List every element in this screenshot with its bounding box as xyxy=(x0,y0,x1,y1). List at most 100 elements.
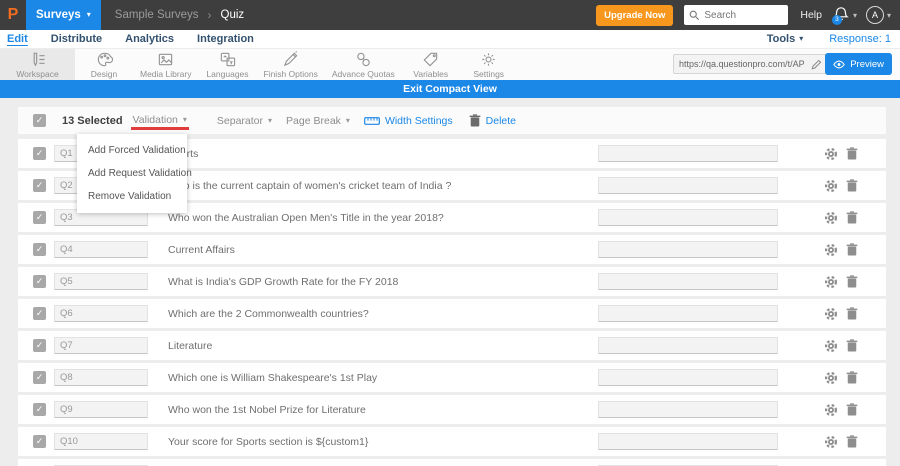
question-answer-input[interactable] xyxy=(598,369,778,386)
question-code-input[interactable] xyxy=(54,433,148,450)
exit-compact-view-link[interactable]: Exit Compact View xyxy=(403,83,497,95)
row-settings-gear-icon[interactable] xyxy=(824,307,838,321)
menu-item-remove-validation[interactable]: Remove Validation xyxy=(77,185,187,208)
row-delete-trash-icon[interactable] xyxy=(846,371,858,384)
toolbar-tab-settings[interactable]: Settings xyxy=(460,49,518,80)
toolbar-tab-design[interactable]: Design xyxy=(75,49,133,80)
toolbar-tab-languages[interactable]: Languages xyxy=(199,49,257,80)
row-delete-trash-icon[interactable] xyxy=(846,275,858,288)
avatar[interactable]: A xyxy=(865,6,884,24)
row-checkbox[interactable]: ✓ xyxy=(33,179,46,192)
toolbar-tab-variables[interactable]: Variables xyxy=(402,49,460,80)
checkmark-icon: ✓ xyxy=(35,244,44,254)
row-settings-gear-icon[interactable] xyxy=(824,179,838,193)
help-link[interactable]: Help xyxy=(800,9,822,21)
question-answer-input[interactable] xyxy=(598,401,778,418)
question-text: Who is the current captain of women's cr… xyxy=(168,179,452,192)
question-answer-input[interactable] xyxy=(598,273,778,290)
row-delete-trash-icon[interactable] xyxy=(846,243,858,256)
question-row-q9: ✓ Who won the 1st Nobel Prize for Literat… xyxy=(18,395,886,424)
row-settings-gear-icon[interactable] xyxy=(824,147,838,161)
question-answer-input[interactable] xyxy=(598,209,778,226)
row-checkbox[interactable]: ✓ xyxy=(33,275,46,288)
edit-url-pencil-icon[interactable] xyxy=(807,59,826,70)
question-answer-input[interactable] xyxy=(598,337,778,354)
row-delete-trash-icon[interactable] xyxy=(846,179,858,192)
row-checkbox[interactable]: ✓ xyxy=(33,371,46,384)
row-checkbox[interactable]: ✓ xyxy=(33,435,46,448)
toolbar-tab-advance-quotas[interactable]: Advance Quotas xyxy=(325,49,402,80)
row-settings-gear-icon[interactable] xyxy=(824,275,838,289)
nav-tab-integration[interactable]: Integration xyxy=(197,33,254,45)
question-answer-input[interactable] xyxy=(598,241,778,258)
survey-url-input[interactable] xyxy=(674,59,807,69)
question-code-input[interactable] xyxy=(54,369,148,386)
search-box[interactable] xyxy=(684,5,789,25)
question-code-input[interactable] xyxy=(54,241,148,258)
row-checkbox[interactable]: ✓ xyxy=(33,339,46,352)
checkmark-icon: ✓ xyxy=(35,372,44,382)
preview-label: Preview xyxy=(850,58,884,70)
toolbar-tab-media-library[interactable]: Media Library xyxy=(133,49,199,80)
chevron-down-icon: ▾ xyxy=(799,34,804,43)
preview-button[interactable]: Preview xyxy=(825,53,892,75)
row-settings-gear-icon[interactable] xyxy=(824,243,838,257)
breadcrumb: Sample Surveys › Quiz xyxy=(115,8,244,22)
settings-icon xyxy=(480,51,497,68)
nav-tab-analytics[interactable]: Analytics xyxy=(125,33,174,45)
separator-label: Separator xyxy=(216,114,264,127)
question-text: Who won the 1st Nobel Prize for Literatu… xyxy=(168,403,366,416)
row-checkbox[interactable]: ✓ xyxy=(33,243,46,256)
select-all-checkbox[interactable]: ✓ xyxy=(33,114,46,127)
notifications-caret-icon[interactable]: ▾ xyxy=(853,11,857,20)
question-code-input[interactable] xyxy=(54,273,148,290)
response-count-link[interactable]: Response: 1 xyxy=(829,33,891,45)
row-delete-trash-icon[interactable] xyxy=(846,435,858,448)
page-break-dropdown[interactable]: Page Break ▾ xyxy=(286,115,350,127)
row-settings-gear-icon[interactable] xyxy=(824,339,838,353)
toolbar-tab-workspace[interactable]: Workspace xyxy=(0,49,75,80)
question-code-input[interactable] xyxy=(54,401,148,418)
notifications-bell-icon[interactable]: 3 xyxy=(831,6,850,25)
validation-dropdown[interactable]: Validation ▾ xyxy=(130,112,189,130)
question-code-input[interactable] xyxy=(54,337,148,354)
questionpro-logo[interactable]: P xyxy=(0,6,26,24)
width-settings-button[interactable]: Width Settings xyxy=(364,115,453,127)
question-answer-input[interactable] xyxy=(598,433,778,450)
row-delete-trash-icon[interactable] xyxy=(846,307,858,320)
bulk-delete-button[interactable]: Delete xyxy=(469,114,516,127)
row-checkbox[interactable]: ✓ xyxy=(33,147,46,160)
question-answer-input[interactable] xyxy=(598,145,778,162)
row-delete-trash-icon[interactable] xyxy=(846,339,858,352)
nav-tab-distribute[interactable]: Distribute xyxy=(51,33,102,45)
question-answer-input[interactable] xyxy=(598,177,778,194)
nav-tab-edit[interactable]: Edit xyxy=(7,33,28,45)
row-settings-gear-icon[interactable] xyxy=(824,403,838,417)
toolbar-tab-finish-options[interactable]: Finish Options xyxy=(257,49,325,80)
tools-menu[interactable]: Tools ▾ xyxy=(767,33,804,45)
search-input[interactable] xyxy=(704,9,785,21)
row-settings-gear-icon[interactable] xyxy=(824,371,838,385)
row-checkbox[interactable]: ✓ xyxy=(33,307,46,320)
account-caret-icon[interactable]: ▾ xyxy=(887,11,891,20)
surveys-menu-button[interactable]: Surveys ▾ xyxy=(26,0,101,30)
row-settings-gear-icon[interactable] xyxy=(824,435,838,449)
menu-item-add-request-validation[interactable]: Add Request Validation xyxy=(77,162,192,185)
upgrade-now-button[interactable]: Upgrade Now xyxy=(596,4,674,26)
question-code-input[interactable] xyxy=(54,305,148,322)
row-delete-trash-icon[interactable] xyxy=(846,403,858,416)
separator-dropdown[interactable]: Separator ▾ xyxy=(217,115,272,127)
row-delete-trash-icon[interactable] xyxy=(846,147,858,160)
toolbar-tab-label: Finish Options xyxy=(263,69,318,79)
breadcrumb-parent[interactable]: Sample Surveys xyxy=(115,9,199,21)
menu-item-add-forced-validation[interactable]: Add Forced Validation xyxy=(77,139,187,162)
row-checkbox[interactable]: ✓ xyxy=(33,211,46,224)
question-answer-input[interactable] xyxy=(598,305,778,322)
row-checkbox[interactable]: ✓ xyxy=(33,403,46,416)
row-delete-trash-icon[interactable] xyxy=(846,211,858,224)
checkmark-icon: ✓ xyxy=(35,115,44,125)
toolbar-tab-label: Workspace xyxy=(16,69,59,79)
chevron-down-icon: ▾ xyxy=(345,116,350,125)
row-settings-gear-icon[interactable] xyxy=(824,211,838,225)
survey-url-field[interactable] xyxy=(673,54,827,74)
